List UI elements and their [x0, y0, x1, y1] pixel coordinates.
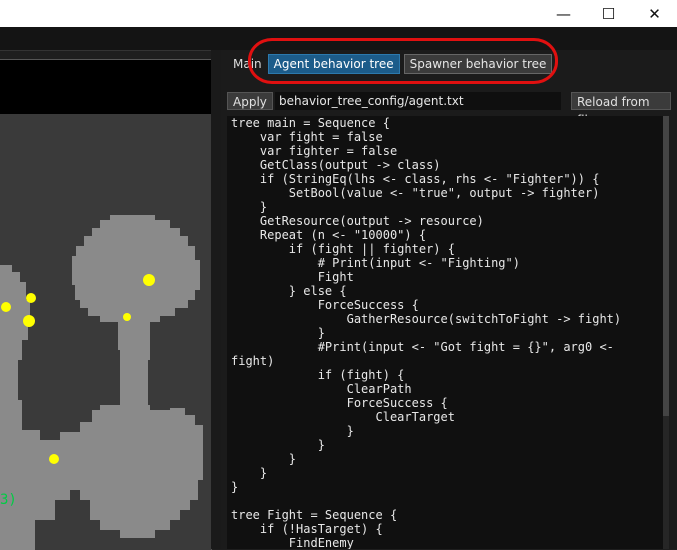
close-icon[interactable]: ✕	[632, 0, 677, 27]
agent-dot	[123, 313, 131, 321]
behavior-tree-panel: Main Agent behavior tree Spawner behavio…	[221, 50, 677, 549]
title-bar: — ☐ ✕	[0, 0, 677, 27]
agent-dot	[23, 315, 35, 327]
highlight-annotation	[248, 38, 558, 84]
reload-from-file-button[interactable]: Reload from file	[571, 92, 671, 127]
code-text[interactable]: tree main = Sequence { var fight = false…	[227, 116, 663, 549]
walkable-area	[0, 215, 203, 550]
simulation-viewport[interactable]: 3)	[0, 59, 212, 550]
maximize-icon[interactable]: ☐	[586, 0, 631, 27]
agent-dot	[1, 302, 11, 312]
scrollbar-thumb[interactable]	[663, 116, 669, 416]
editor-scrollbar[interactable]	[663, 116, 669, 549]
agent-dot	[26, 293, 36, 303]
editor-toolbar: Apply behavior_tree_config/agent.txt Rel…	[227, 92, 671, 127]
minimize-icon[interactable]: —	[541, 0, 586, 27]
map-label: 3)	[0, 492, 17, 508]
agent-dot	[143, 274, 155, 286]
agent-dot	[49, 454, 59, 464]
file-path-field[interactable]: behavior_tree_config/agent.txt	[275, 92, 561, 110]
panel-splitter[interactable]	[211, 50, 221, 549]
map-canvas: 3)	[0, 215, 203, 550]
apply-button[interactable]: Apply	[227, 92, 273, 110]
code-editor[interactable]: tree main = Sequence { var fight = false…	[227, 116, 663, 549]
